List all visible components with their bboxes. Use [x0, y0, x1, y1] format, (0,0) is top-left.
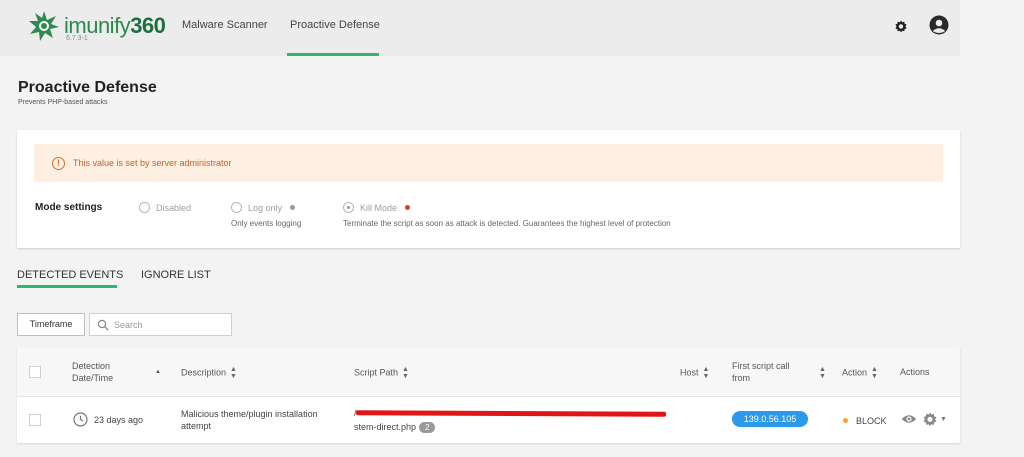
events-table: Detection Date/Time ▲ Description ▲ ▼ Scri…	[17, 347, 960, 443]
eye-icon[interactable]	[901, 413, 917, 425]
gear-icon[interactable]	[894, 20, 908, 34]
sort-icon: ▲ ▼	[871, 366, 878, 380]
radio-log-only-label: Log only	[248, 202, 283, 213]
log-only-description: Only events logging	[231, 219, 302, 228]
header-action-label: Action	[842, 367, 868, 378]
clock-icon	[73, 412, 88, 427]
tab-detected-events[interactable]: DETECTED EVENTS	[17, 269, 123, 281]
header-script-path[interactable]: Script Path ▲ ▼	[354, 366, 409, 380]
radio-log-only[interactable]: Log only	[231, 202, 296, 213]
search-field[interactable]	[89, 313, 232, 336]
sort-up-icon[interactable]: ▲	[155, 366, 161, 378]
row-action: BLOCK	[856, 416, 887, 426]
header-first-call-sort[interactable]: ▲ ▼	[815, 366, 826, 380]
header-action[interactable]: Action ▲ ▼	[842, 366, 878, 380]
log-only-status-dot	[290, 205, 296, 210]
page-subtitle: Prevents PHP-based attacks	[18, 99, 108, 106]
logo-star-icon	[29, 11, 59, 41]
header-actions: Actions	[900, 367, 930, 377]
page-title: Proactive Defense	[18, 79, 157, 96]
radio-kill-mode[interactable]: Kill Mode	[343, 202, 411, 213]
sort-icon: ▲ ▼	[819, 366, 826, 380]
info-circle-icon: !	[52, 156, 65, 170]
row-detection-time: 23 days ago	[94, 415, 144, 425]
header-description[interactable]: Description ▲ ▼	[181, 366, 237, 380]
search-input[interactable]	[114, 319, 224, 330]
ip-address-pill[interactable]: 139.0.56.105	[732, 411, 808, 427]
row-checkbox[interactable]	[29, 414, 41, 426]
radio-disabled-circle[interactable]	[139, 202, 150, 213]
header-detection-date[interactable]: Detection Date/Time	[72, 360, 132, 384]
select-all-checkbox[interactable]	[29, 366, 41, 378]
sort-icon: ▲ ▼	[702, 366, 710, 380]
nav-malware-scanner[interactable]: Malware Scanner	[182, 19, 268, 31]
user-avatar-icon[interactable]	[929, 15, 949, 35]
block-status-dot	[843, 418, 848, 423]
radio-disabled[interactable]: Disabled	[139, 202, 191, 213]
nav-active-indicator	[287, 53, 379, 56]
row-description: Malicious theme/plugin installation atte…	[181, 409, 318, 431]
radio-disabled-label: Disabled	[156, 202, 192, 213]
kill-mode-status-dot	[405, 205, 411, 210]
radio-log-only-circle[interactable]	[231, 202, 242, 213]
sort-icon: ▲ ▼	[230, 366, 237, 380]
search-icon	[97, 319, 109, 330]
sort-icon: ▲ ▼	[402, 366, 409, 380]
gear-icon[interactable]	[922, 412, 938, 428]
tab-active-indicator	[17, 285, 117, 288]
header-host-label: Host	[680, 367, 699, 378]
imunify360-logo[interactable]: imunify360	[28, 10, 166, 42]
row-script-path-end: stem-direct.php	[354, 422, 417, 432]
kill-mode-description: Terminate the script as soon as attack i…	[343, 219, 671, 228]
mode-settings-card: ! This value is set by server administra…	[17, 130, 960, 248]
table-header: Detection Date/Time ▲ Description ▲ ▼ Scri…	[17, 347, 960, 397]
mode-settings-label: Mode settings	[35, 202, 103, 213]
nav-proactive-defense[interactable]: Proactive Defense	[290, 19, 380, 31]
header-script-path-label: Script Path	[354, 367, 399, 378]
admin-notice-alert: ! This value is set by server administra…	[34, 144, 943, 182]
header-first-script-call[interactable]: First script call from	[732, 360, 802, 384]
row-script-path: stem-direct.php 2	[354, 421, 436, 433]
tab-ignore-list[interactable]: IGNORE LIST	[141, 269, 211, 281]
radio-kill-mode-circle[interactable]	[343, 202, 354, 213]
app-version: 6.7.3-1	[66, 35, 88, 42]
alert-text: This value is set by server administrato…	[73, 158, 232, 168]
header-description-label: Description	[181, 367, 227, 378]
timeframe-button[interactable]: Timeframe	[17, 313, 85, 336]
top-navigation-bar: imunify360 6.7.3-1 Malware Scanner Proac…	[0, 0, 960, 56]
logo-number: 360	[130, 13, 166, 38]
header-host[interactable]: Host ▲ ▼	[680, 366, 709, 380]
chevron-down-icon[interactable]: ▼	[940, 416, 947, 423]
radio-kill-mode-label: Kill Mode	[360, 202, 398, 213]
count-badge: 2	[419, 422, 436, 433]
